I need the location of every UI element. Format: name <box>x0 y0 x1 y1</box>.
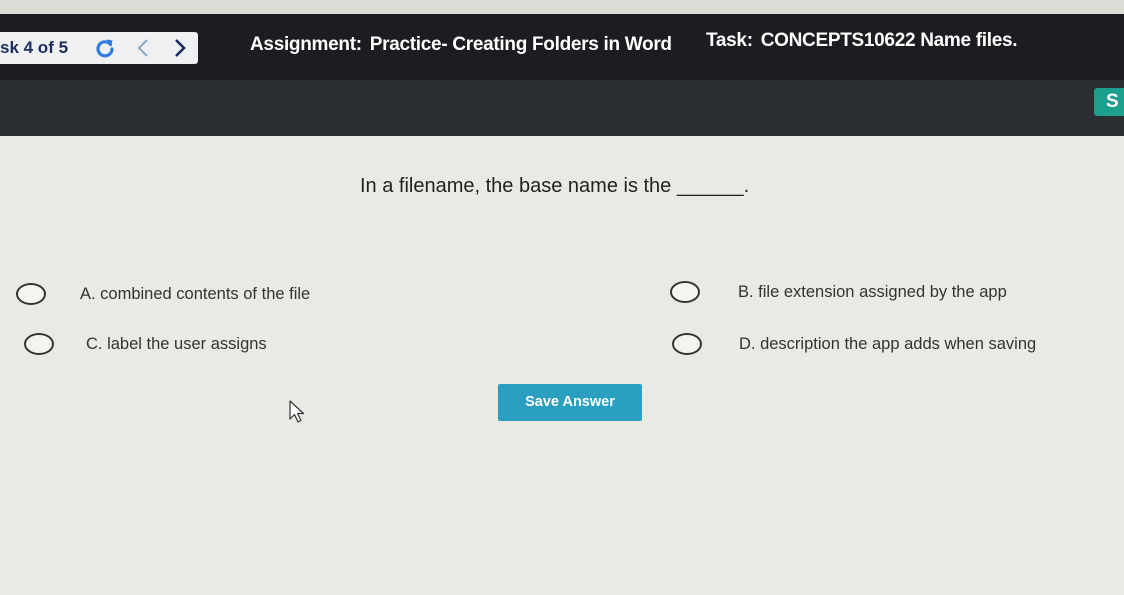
radio-button[interactable] <box>672 333 702 355</box>
chevron-right-icon[interactable] <box>170 36 190 60</box>
option-d[interactable]: D. description the app adds when saving <box>672 333 1036 355</box>
assignment-title: Assignment: Practice- Creating Folders in… <box>250 34 672 56</box>
option-label: C. label the user assigns <box>86 334 267 353</box>
assignment-name: Practice- Creating Folders in Word <box>369 34 672 55</box>
option-label: A. combined contents of the file <box>80 284 311 303</box>
submit-button[interactable]: S <box>1094 88 1124 116</box>
task-counter-label: sk 4 of 5 <box>0 38 69 57</box>
radio-button[interactable] <box>24 333 54 355</box>
option-b[interactable]: B. file extension assigned by the app <box>670 281 1007 303</box>
option-c[interactable]: C. label the user assigns <box>24 333 267 355</box>
toolbar: S <box>0 80 1124 136</box>
task-name: CONCEPTS10622 Name files. <box>760 30 1018 51</box>
option-label: D. description the app adds when saving <box>739 334 1037 353</box>
task-header: sk 4 of 5 Assignment: Practice- Creating … <box>0 14 1124 80</box>
top-strip <box>0 0 1124 14</box>
task-navigator: sk 4 of 5 <box>0 32 198 64</box>
question-text: In a filename, the base name is the ____… <box>360 175 750 197</box>
assignment-label: Assignment: <box>250 34 362 55</box>
radio-button[interactable] <box>16 283 46 305</box>
chevron-left-icon[interactable] <box>133 36 153 60</box>
task-title: Task: CONCEPTS10622 Name files. <box>706 30 1018 52</box>
save-answer-button[interactable]: Save Answer <box>498 384 642 421</box>
option-a[interactable]: A. combined contents of the file <box>16 283 310 305</box>
mouse-pointer-icon <box>289 400 305 423</box>
refresh-icon[interactable] <box>94 37 116 59</box>
task-label: Task: <box>706 30 753 51</box>
option-label: B. file extension assigned by the app <box>738 282 1007 301</box>
radio-button[interactable] <box>670 281 700 303</box>
